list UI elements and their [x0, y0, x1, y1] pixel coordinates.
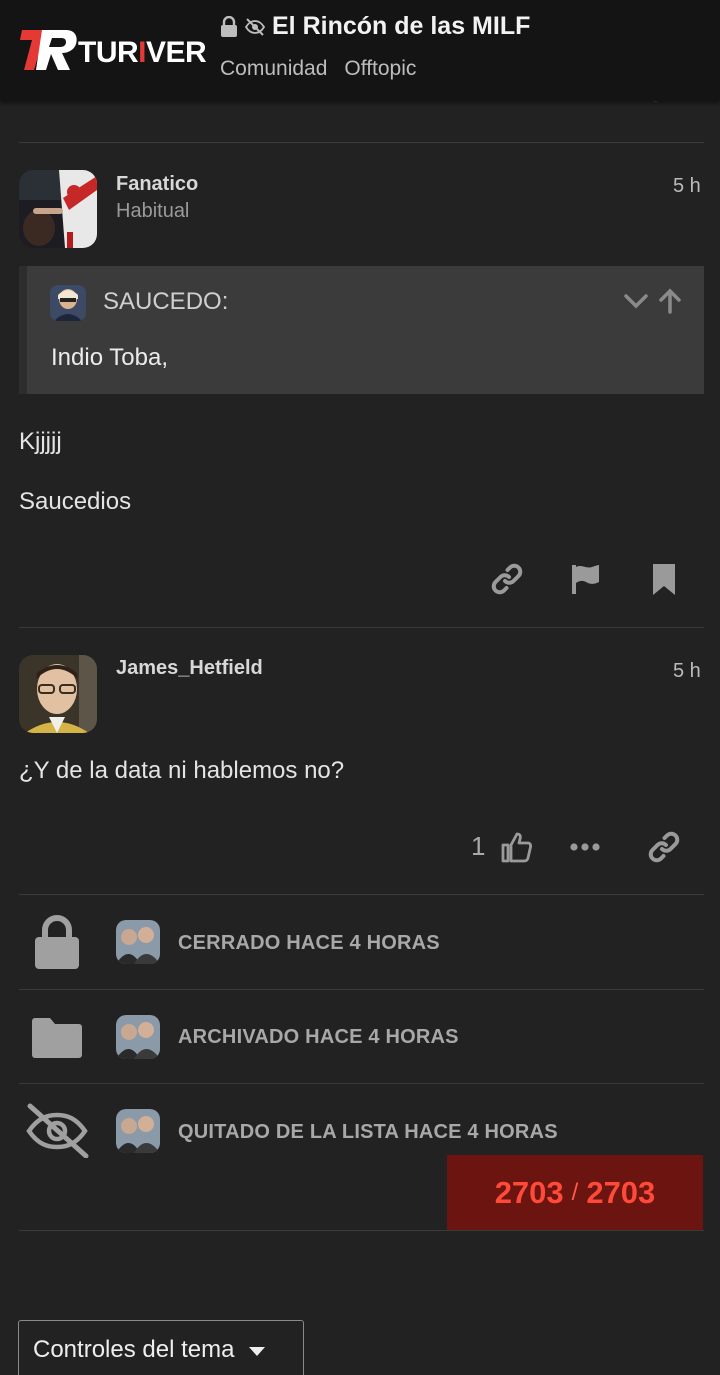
divider [19, 989, 704, 990]
lock-icon [220, 15, 240, 38]
avatar[interactable] [19, 170, 97, 248]
lock-icon [22, 912, 92, 972]
post-user-title: Habitual [116, 200, 190, 222]
topic-progress[interactable]: 2703 / 2703 [447, 1155, 703, 1230]
site-logo[interactable]: TURIVER [20, 26, 210, 72]
site-header: TURIVER El Rincón de las MILF Comunidad … [0, 0, 720, 101]
small-action-text: QUITADO DE LA LISTA HACE 4 HORAS [178, 1121, 558, 1143]
divider [19, 1083, 704, 1084]
flag-icon [572, 565, 599, 594]
like-count[interactable]: 1 [471, 831, 485, 862]
ellipsis-icon [570, 843, 600, 851]
quote-avatar[interactable] [50, 285, 86, 321]
avatar[interactable] [116, 1109, 160, 1153]
topic-controls-button[interactable]: Controles del tema [18, 1320, 304, 1375]
logo-wordmark: TURIVER [78, 36, 207, 69]
progress-total: 2703 [586, 1174, 656, 1210]
quote-block: SAUCEDO: Indio Toba, [19, 266, 704, 394]
post-date[interactable]: 5 h [673, 175, 701, 198]
arrow-up-icon[interactable] [655, 286, 685, 316]
avatar[interactable] [19, 655, 97, 733]
post-paragraph: Saucedios [19, 488, 132, 515]
divider [19, 894, 704, 895]
post-date[interactable]: 5 h [673, 660, 701, 683]
progress-current: 2703 [494, 1174, 564, 1210]
small-action-text: CERRADO HACE 4 HORAS [178, 932, 440, 954]
breadcrumb-subcategory[interactable]: Offtopic [344, 57, 416, 81]
folder-icon [22, 1007, 92, 1067]
progress-separator: / [571, 1178, 579, 1206]
bookmark-icon [653, 564, 675, 595]
eye-slash-icon [244, 16, 266, 38]
caret-down-icon [248, 1336, 266, 1364]
page-title[interactable]: El Rincón de las MILF [272, 12, 530, 41]
small-action-text: ARCHIVADO HACE 4 HORAS [178, 1026, 459, 1048]
flag-button[interactable] [565, 559, 605, 599]
breadcrumb: Comunidad Offtopic [220, 57, 416, 81]
post-paragraph: Kjjjjj [19, 428, 62, 455]
copy-link-button[interactable] [487, 559, 527, 599]
link-icon [491, 563, 523, 595]
topic-controls-label: Controles del tema [33, 1336, 235, 1363]
quote-text: Indio Toba, [51, 344, 168, 371]
quote-author: SAUCEDO: [103, 288, 229, 315]
post-paragraph: ¿Y de la data ni hablemos no? [19, 757, 345, 784]
link-icon [648, 831, 680, 863]
thumbs-up-icon [501, 832, 533, 863]
chevron-down-icon[interactable] [621, 286, 651, 316]
copy-link-button[interactable] [644, 827, 684, 867]
post-username[interactable]: Fanatico [116, 173, 198, 196]
bookmark-button[interactable] [644, 559, 684, 599]
avatar[interactable] [116, 1015, 160, 1059]
logo-mark-icon [20, 30, 77, 70]
divider [19, 627, 704, 628]
divider [19, 142, 704, 143]
like-button[interactable] [496, 827, 536, 867]
post-username[interactable]: James_Hetfield [116, 657, 263, 680]
eye-slash-icon [22, 1100, 92, 1160]
topic-title-row[interactable]: El Rincón de las MILF [220, 12, 530, 41]
more-options-button[interactable] [565, 827, 605, 867]
divider [19, 1230, 704, 1231]
breadcrumb-category[interactable]: Comunidad [220, 57, 327, 81]
avatar[interactable] [116, 920, 160, 964]
